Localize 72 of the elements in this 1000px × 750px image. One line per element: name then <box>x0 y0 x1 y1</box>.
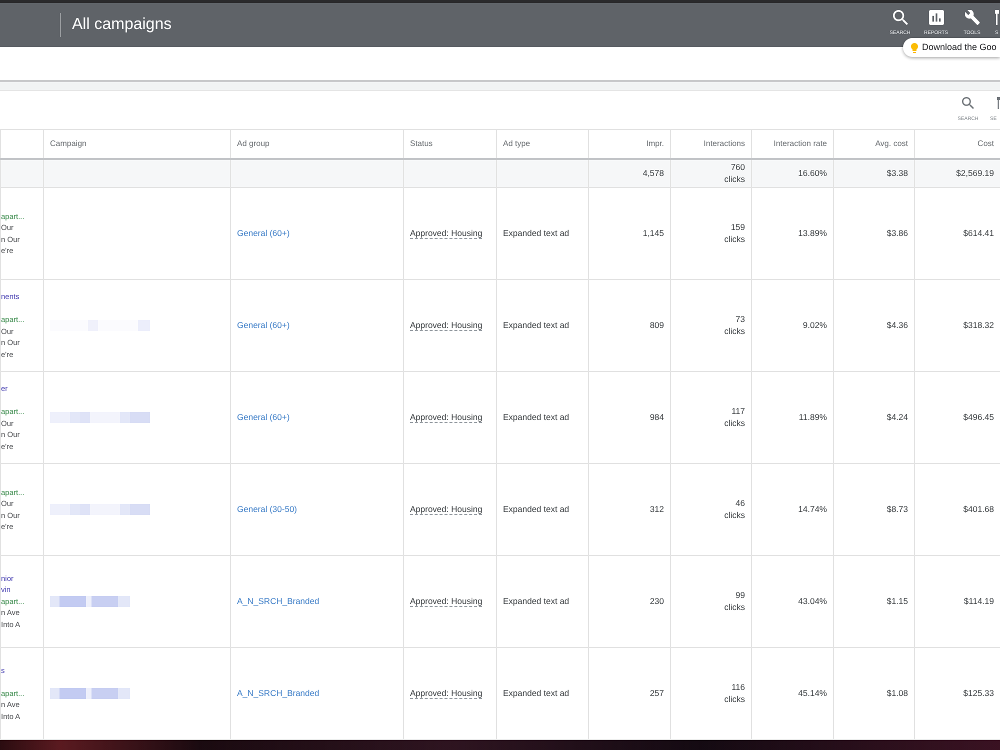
cell-text: $3.86 <box>886 228 908 238</box>
cell-text: 9.02% <box>802 320 827 330</box>
cell-text: 257 <box>650 688 664 698</box>
cell-text: 117 clicks <box>724 405 745 430</box>
cell-text: 73 clicks <box>724 313 745 338</box>
cell-text: 11.89% <box>798 412 827 422</box>
ad-group-link[interactable]: A_N_SRCH_Branded <box>237 596 320 606</box>
tooltip-text: Download the Goo <box>922 42 997 53</box>
column-header[interactable]: Campaign <box>44 130 230 158</box>
search-icon <box>962 97 974 109</box>
cell-text: $2,569.19 <box>956 168 994 178</box>
column-header[interactable]: Interactions <box>670 130 752 158</box>
status-text: Approved: Housing <box>410 504 482 516</box>
page-title: All campaigns <box>72 15 172 35</box>
column-header[interactable]: Interaction rate <box>752 130 834 158</box>
column-header[interactable]: Cost <box>914 130 1000 158</box>
column-header[interactable]: Ad type <box>496 130 588 158</box>
cut-off-icon <box>997 97 1000 109</box>
cell-text: 230 <box>650 596 664 606</box>
cell-text: 159 clicks <box>724 221 745 246</box>
cell-text: 312 <box>650 504 664 514</box>
cell-text: 46 clicks <box>724 497 745 522</box>
cell-text: $1.08 <box>886 688 908 698</box>
column-header[interactable]: Ad group <box>230 130 404 158</box>
ad-group-link[interactable]: General (60+) <box>237 228 290 238</box>
cell-text: $401.68 <box>963 504 994 514</box>
search-icon <box>892 10 908 25</box>
cell-text: 13.89% <box>798 228 827 238</box>
bar-chart-icon <box>928 10 944 25</box>
cell-text: 809 <box>650 320 664 330</box>
ad-group-link[interactable]: A_N_SRCH_Branded <box>237 688 320 698</box>
cell-text: Expanded text ad <box>503 412 570 422</box>
cell-text: Expanded text ad <box>503 228 570 238</box>
cell-text: $1.15 <box>886 596 908 606</box>
column-header[interactable]: Impr. <box>588 130 670 158</box>
cut-off-icon <box>995 10 999 25</box>
ad-group-link[interactable]: General (60+) <box>237 320 290 330</box>
cell-text: 43.04% <box>798 596 827 606</box>
cell-text: Expanded text ad <box>503 320 570 330</box>
cell-text: $4.24 <box>886 412 908 422</box>
wrench-icon <box>964 10 980 25</box>
cell-text: 99 clicks <box>724 589 745 614</box>
cell-text: 984 <box>650 412 664 422</box>
cell-text: $125.33 <box>963 688 994 698</box>
cell-text: 1,145 <box>642 228 664 238</box>
status-text: Approved: Housing <box>410 596 482 608</box>
status-text: Approved: Housing <box>410 228 482 240</box>
cell-text: $318.32 <box>963 320 994 330</box>
cell-text: Expanded text ad <box>503 688 570 698</box>
cell-text: $4.36 <box>886 320 908 330</box>
column-header[interactable]: Status <box>404 130 496 158</box>
status-text: Approved: Housing <box>410 320 482 332</box>
status-text: Approved: Housing <box>410 412 482 424</box>
cell-text: $614.41 <box>963 228 994 238</box>
cell-text: $8.73 <box>886 504 908 514</box>
cell-text: Expanded text ad <box>503 596 570 606</box>
cell-text: 16.60% <box>798 168 827 178</box>
cell-text: 14.74% <box>798 504 827 514</box>
cell-text: 45.14% <box>798 688 827 698</box>
cell-text: 4,578 <box>642 168 664 178</box>
cell-text: $3.38 <box>886 168 908 178</box>
status-text: Approved: Housing <box>410 688 482 700</box>
cell-text: 760 clicks <box>724 160 745 185</box>
cell-text: 116 clicks <box>724 681 745 706</box>
cell-text: Expanded text ad <box>503 504 570 514</box>
ad-group-link[interactable]: General (30-50) <box>237 504 298 514</box>
cell-text: $114.19 <box>964 596 994 606</box>
download-tooltip[interactable]: Download the Goo <box>903 38 1000 57</box>
column-header[interactable]: Avg. cost <box>834 130 914 158</box>
cell-text: $496.45 <box>963 412 994 422</box>
ad-group-link[interactable]: General (60+) <box>237 412 290 422</box>
lightbulb-icon <box>911 42 918 52</box>
